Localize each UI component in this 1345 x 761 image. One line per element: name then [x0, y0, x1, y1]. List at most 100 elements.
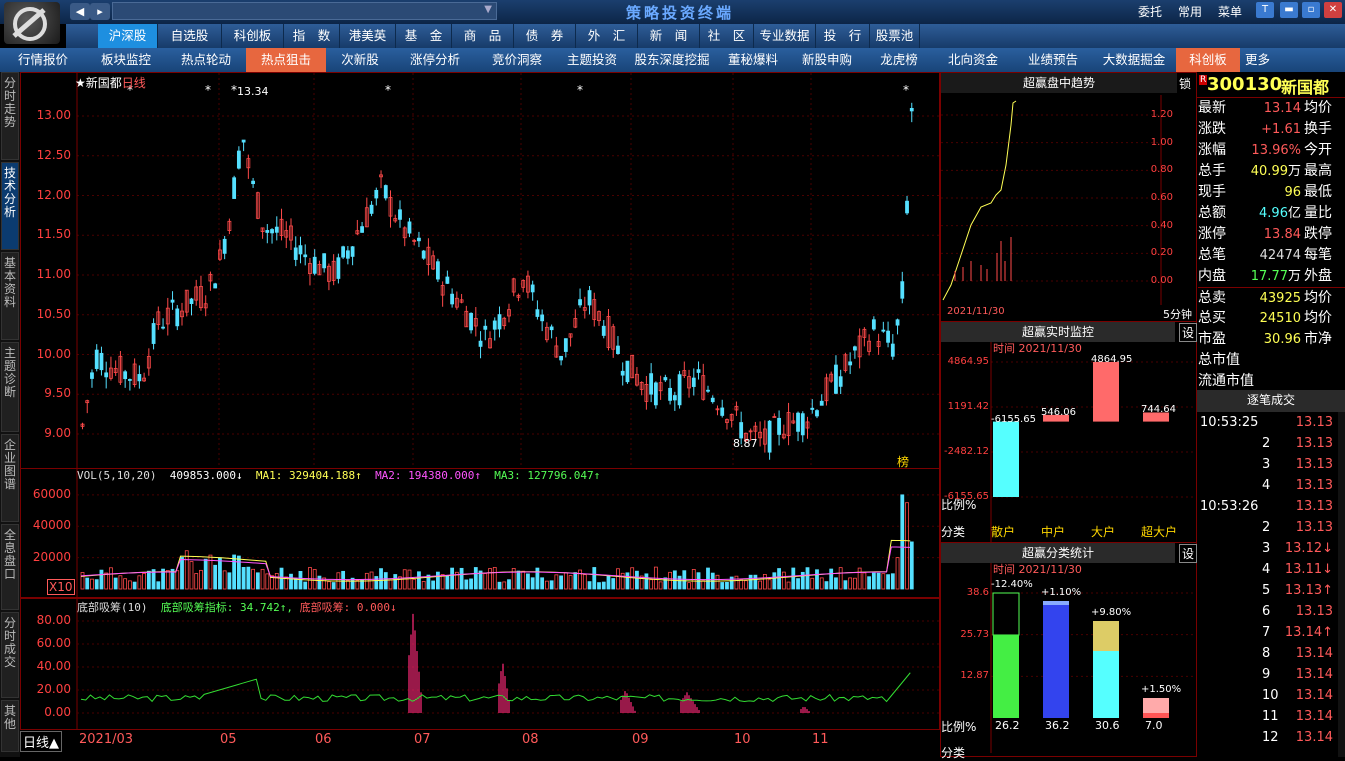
feature-tab-15[interactable]: 科创板 — [1176, 48, 1240, 72]
feature-nav: 行情报价 板块监控 热点轮动 热点狙击 次新股 涨停分析 竞价洞察 主题投资 股东深度挖掘 董秘爆… — [0, 48, 1345, 72]
market-tab-9[interactable]: 新 闻 — [638, 24, 700, 48]
market-tab-7[interactable]: 债 券 — [514, 24, 576, 48]
period-label: 日线 — [121, 76, 146, 90]
logo-icon — [12, 7, 47, 41]
feature-tab-2[interactable]: 热点轮动 — [166, 48, 246, 72]
y-tick-kylabs-5: 10.50 — [36, 306, 71, 321]
market-tab-4[interactable]: 港美英 — [340, 24, 396, 48]
x-tick-6: 10 — [734, 732, 751, 747]
market-tab-8[interactable]: 外 汇 — [576, 24, 638, 48]
feature-tab-8[interactable]: 股东深度挖掘 — [626, 48, 718, 72]
feature-tab-3[interactable]: 热点狙击 — [246, 48, 326, 72]
feature-tab-5[interactable]: 涨停分析 — [394, 48, 476, 72]
ticks-scroll[interactable] — [1338, 412, 1345, 757]
common-link[interactable]: 常用 — [1178, 3, 1202, 20]
restore-button[interactable]: ▫ — [1302, 2, 1320, 18]
feature-tab-11[interactable]: 龙虎榜 — [866, 48, 932, 72]
trend-period[interactable]: 5分钟 — [1163, 306, 1192, 322]
feature-tab-12[interactable]: 北向资金 — [932, 48, 1014, 72]
tick-price-0: 13.13 — [1295, 415, 1333, 430]
market-tab-6[interactable]: 商 品 — [452, 24, 514, 48]
feature-tab-7[interactable]: 主题投资 — [558, 48, 626, 72]
quote-key-2: 涨幅 — [1198, 142, 1226, 158]
period-switch[interactable]: 日线▲ — [20, 731, 62, 752]
tick-time-6: 3 — [1262, 541, 1271, 556]
quote-key2-4: 最低 — [1304, 184, 1332, 200]
quote-num-2: 13.96% — [1251, 143, 1301, 158]
feature-tab-10[interactable]: 新股申购 — [788, 48, 866, 72]
quote-row-5: 总额 4.96亿 量比 — [1198, 203, 1345, 224]
tick-row-10: 7 13.14↑ — [1198, 622, 1345, 643]
feature-tab-9[interactable]: 董秘爆料 — [718, 48, 788, 72]
classstat-setting-button[interactable]: 设 — [1179, 544, 1198, 563]
volume-panel[interactable]: VOL(5,10,20) 409853.000↓ MA1: 329404.188… — [20, 468, 940, 598]
y-tick-kylabs-2: 12.00 — [36, 187, 71, 202]
lock-button[interactable]: 锁 — [1179, 75, 1191, 92]
side-tab-4[interactable]: 企业图谱 — [1, 434, 19, 522]
market-tab-11[interactable]: 专业数据 — [754, 24, 816, 48]
feature-tab-0[interactable]: 行情报价 — [0, 48, 86, 72]
market-tab-10[interactable]: 社 区 — [700, 24, 754, 48]
feature-tab-1[interactable]: 板块监控 — [86, 48, 166, 72]
market-tab-0[interactable]: 沪深股 — [98, 24, 158, 48]
svg-text:*: * — [577, 83, 583, 97]
feature-tab-13[interactable]: 业绩预告 — [1014, 48, 1092, 72]
app-logo — [4, 2, 60, 44]
classstat-ratio-1: 36.2 — [1045, 719, 1070, 732]
market-tab-13[interactable]: 股票池 — [870, 24, 920, 48]
market-nav: 沪深股 自选股 科创板指 数港美英基 金商 品债 券外 汇新 闻社 区专业数据投 行… — [66, 24, 1345, 48]
market-tab-1[interactable]: 自选股 — [158, 24, 222, 48]
feature-tab-14[interactable]: 大数据掘金 — [1092, 48, 1176, 72]
y-tick-tylabs-0: 1.20 — [1150, 109, 1173, 120]
tick-price-6: 13.12↓ — [1284, 541, 1333, 556]
indicator-panel[interactable]: 底部吸筹(10) 底部吸筹指标: 34.742↑, 底部吸筹: 0.000↓ 8… — [20, 598, 940, 730]
ticks-title: 逐笔成交 — [1197, 390, 1345, 412]
quote-key-9: 总卖 — [1198, 290, 1226, 306]
kline-chart: * * * * * * — [76, 73, 939, 468]
svg-text:*: * — [903, 83, 909, 97]
market-tab-3[interactable]: 指 数 — [284, 24, 340, 48]
skin-button[interactable]: T — [1256, 2, 1274, 18]
y-tick-tylabs-2: 0.80 — [1150, 164, 1173, 176]
market-tab-5[interactable]: 基 金 — [396, 24, 452, 48]
market-tab-2[interactable]: 科创板 — [222, 24, 284, 48]
tick-price-7: 13.11↓ — [1284, 562, 1333, 577]
quote-value-3: 40.99万 — [1251, 161, 1301, 182]
stock-title: ★新国都日线 — [75, 76, 146, 90]
quote-row-4: 现手 96 最低 — [1198, 182, 1345, 203]
entrust-link[interactable]: 委托 — [1138, 3, 1162, 20]
y-tick-iylabs-1: 60.00 — [36, 636, 71, 650]
tick-time-15: 12 — [1262, 730, 1279, 745]
tick-price-15: 13.14 — [1295, 730, 1333, 745]
close-button[interactable]: ✕ — [1324, 2, 1342, 18]
monitor-title: 超赢实时监控 — [941, 322, 1175, 342]
kline-panel[interactable]: * * * * * * ★新国都日线 13.34 8.87 榜 13.00 12.50 12.… — [20, 72, 940, 469]
y-tick-tylabs-5: 0.20 — [1150, 247, 1173, 259]
side-tab-5[interactable]: 全息盘口 — [1, 524, 19, 610]
y-tick-iylabs-3: 20.00 — [36, 682, 71, 696]
menu-link[interactable]: 菜单 — [1218, 3, 1242, 20]
minimize-button[interactable]: ▬ — [1280, 2, 1298, 18]
tick-time-5: 2 — [1262, 520, 1271, 535]
feature-tab-6[interactable]: 竞价洞察 — [476, 48, 558, 72]
address-dropdown[interactable]: ▼ — [112, 2, 497, 20]
feature-tab-16[interactable]: 更多 — [1240, 48, 1275, 72]
quote-key2-0: 均价 — [1304, 100, 1332, 116]
quote-key2-5: 量比 — [1304, 205, 1332, 221]
monitor-setting-button[interactable]: 设 — [1179, 323, 1198, 342]
forward-button[interactable]: ▸ — [90, 3, 110, 20]
tick-row-2: 3 13.13 — [1198, 454, 1345, 475]
quote-key2-9: 均价 — [1304, 290, 1332, 306]
quote-row-13: 流通市值 — [1198, 371, 1345, 392]
tick-row-0: 10:53:25 13.13 — [1198, 412, 1345, 433]
market-tab-12[interactable]: 投 行 — [816, 24, 870, 48]
quote-key2-7: 每笔 — [1304, 247, 1332, 263]
back-button[interactable]: ◀ — [70, 3, 90, 20]
side-tab-2[interactable]: 基本资料 — [1, 252, 19, 340]
quote-row-3: 总手 40.99万 最高 — [1198, 161, 1345, 182]
monitor-value-2: 4864.95 — [1091, 354, 1133, 365]
y-tick-iylabs-4: 0.00 — [44, 705, 71, 719]
quote-value-6: 13.84 — [1264, 224, 1301, 245]
classstat-cat-label: 分类 — [941, 746, 966, 760]
feature-tab-4[interactable]: 次新股 — [326, 48, 394, 72]
